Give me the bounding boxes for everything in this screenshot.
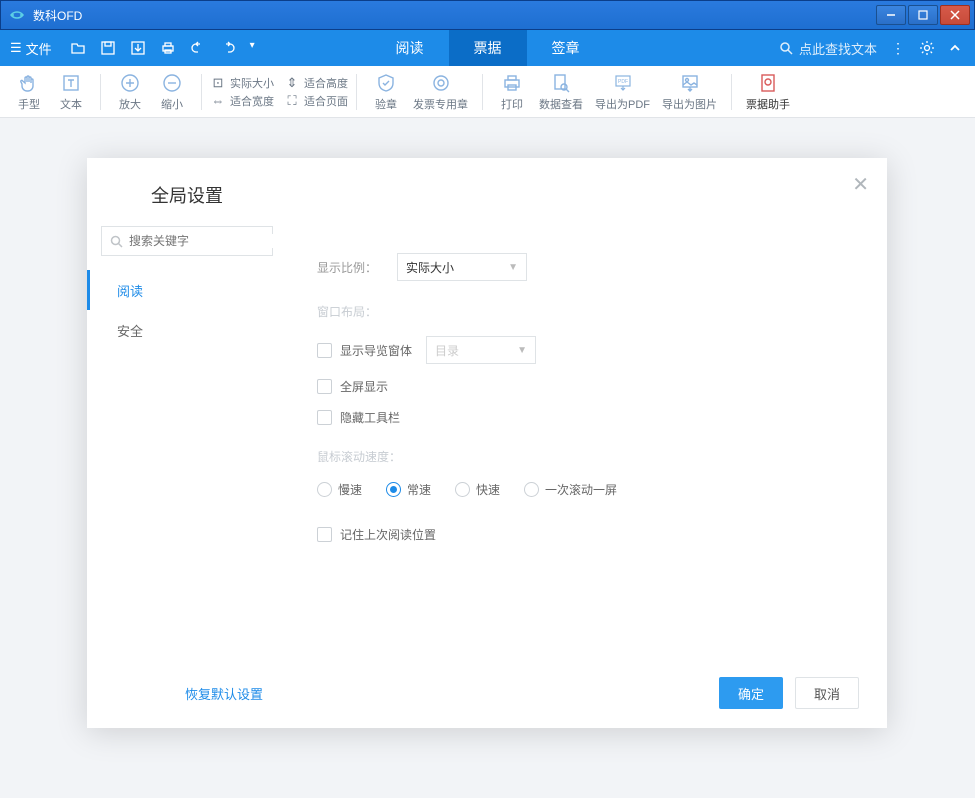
text-icon	[61, 72, 81, 94]
settings-sidebar: 全局设置 阅读 安全	[87, 158, 287, 658]
plus-circle-icon	[120, 72, 140, 94]
fullscreen-checkbox[interactable]	[317, 379, 332, 394]
settings-content: 显示比例： 实际大小 ▼ 窗口布局： 显示导览窗体 目录 ▼	[287, 158, 887, 658]
ok-button[interactable]: 确定	[719, 677, 783, 709]
nav-item-security[interactable]: 安全	[87, 310, 287, 350]
tab-read[interactable]: 阅读	[371, 30, 449, 66]
layout-section-label: 窗口布局：	[317, 303, 857, 320]
fullscreen-label: 全屏显示	[340, 378, 388, 395]
pdf-icon: PDF	[613, 72, 633, 94]
settings-dialog: ✕ 全局设置 阅读 安全 显示比例： 实际大小 ▼	[87, 158, 887, 728]
more-icon[interactable]: ⋮	[891, 40, 905, 57]
hide-toolbar-checkbox[interactable]	[317, 410, 332, 425]
image-icon	[680, 72, 700, 94]
nav-panel-select[interactable]: 目录 ▼	[426, 336, 536, 364]
ribbon-toolbar: 手型 文本 放大 缩小 ⊡实际大小 ⇔适合宽度 ⇕适合高度 ⛶适合页面 验章 发…	[0, 66, 975, 118]
settings-search-input[interactable]	[129, 234, 284, 248]
speed-fast-radio[interactable]: 快速	[455, 481, 500, 498]
invoice-helper-icon	[758, 72, 778, 94]
invoice-helper[interactable]: 票据助手	[740, 70, 796, 114]
text-tool[interactable]: 文本	[50, 70, 92, 114]
gear-icon[interactable]	[919, 40, 935, 56]
save-icon[interactable]	[100, 40, 116, 56]
hamburger-icon: ☰	[10, 40, 22, 56]
remember-position-checkbox[interactable]	[317, 527, 332, 542]
dialog-title: 全局设置	[87, 182, 287, 208]
tab-invoice[interactable]: 票据	[449, 30, 527, 66]
zoom-out[interactable]: 缩小	[151, 70, 193, 114]
chevron-down-icon: ▼	[517, 345, 527, 356]
minimize-button[interactable]	[876, 5, 906, 25]
document-search-icon	[551, 72, 571, 94]
display-ratio-label: 显示比例：	[317, 259, 397, 276]
app-icon	[7, 5, 27, 25]
speed-slow-radio[interactable]: 慢速	[317, 481, 362, 498]
undo-icon[interactable]	[190, 40, 206, 56]
search-hint[interactable]: 点此查找文本	[779, 39, 877, 58]
restore-defaults-link[interactable]: 恢复默认设置	[185, 684, 263, 703]
export-pdf[interactable]: PDF导出为PDF	[589, 70, 656, 114]
search-icon	[110, 235, 123, 248]
shield-icon	[376, 72, 396, 94]
tab-sign[interactable]: 签章	[527, 30, 605, 66]
maximize-button[interactable]	[908, 5, 938, 25]
print-button[interactable]: 打印	[491, 70, 533, 114]
verify-stamp[interactable]: 验章	[365, 70, 407, 114]
menubar: ☰ 文件 ▾ 阅读 票据 签章 点此查找文本 ⋮	[0, 30, 975, 66]
collapse-icon[interactable]	[949, 42, 961, 54]
display-ratio-select[interactable]: 实际大小 ▼	[397, 253, 527, 281]
fit-actual[interactable]: ⊡实际大小	[210, 75, 274, 91]
remember-position-label: 记住上次阅读位置	[340, 526, 436, 543]
search-icon	[779, 41, 793, 55]
speed-normal-radio[interactable]: 常速	[386, 481, 431, 498]
invoice-stamp[interactable]: 发票专用章	[407, 70, 474, 114]
fit-width-icon: ⇔	[210, 93, 226, 108]
window-title: 数科OFD	[33, 7, 876, 24]
cancel-button[interactable]: 取消	[795, 677, 859, 709]
fit-page-icon: ⛶	[284, 93, 300, 109]
document-canvas: ✕ 全局设置 阅读 安全 显示比例： 实际大小 ▼	[0, 118, 975, 798]
fit-height[interactable]: ⇕适合高度	[284, 75, 348, 91]
fit-page[interactable]: ⛶适合页面	[284, 93, 348, 109]
redo-icon[interactable]	[220, 40, 236, 56]
svg-text:PDF: PDF	[618, 79, 628, 85]
fit-width[interactable]: ⇔适合宽度	[210, 93, 274, 109]
print-icon[interactable]	[160, 40, 176, 56]
export-image[interactable]: 导出为图片	[656, 70, 723, 114]
settings-search[interactable]	[101, 226, 273, 256]
fit-height-icon: ⇕	[284, 75, 300, 91]
zoom-in[interactable]: 放大	[109, 70, 151, 114]
stamp-icon	[431, 72, 451, 94]
speed-page-radio[interactable]: 一次滚动一屏	[524, 481, 617, 498]
file-menu[interactable]: ☰ 文件	[0, 39, 62, 58]
dropdown-icon[interactable]: ▾	[250, 40, 255, 56]
minus-circle-icon	[162, 72, 182, 94]
file-menu-label: 文件	[26, 39, 52, 58]
data-view[interactable]: 数据查看	[533, 70, 589, 114]
hide-toolbar-label: 隐藏工具栏	[340, 409, 400, 426]
open-icon[interactable]	[70, 40, 86, 56]
nav-item-read[interactable]: 阅读	[87, 270, 287, 310]
saveas-icon[interactable]	[130, 40, 146, 56]
hand-icon	[19, 72, 39, 94]
chevron-down-icon: ▼	[508, 262, 518, 273]
printer-icon	[502, 72, 522, 94]
window-titlebar: 数科OFD	[0, 0, 975, 30]
hand-tool[interactable]: 手型	[8, 70, 50, 114]
close-button[interactable]	[940, 5, 970, 25]
show-nav-checkbox[interactable]	[317, 343, 332, 358]
show-nav-label: 显示导览窗体	[340, 342, 412, 359]
actual-size-icon: ⊡	[210, 75, 226, 91]
scroll-section-label: 鼠标滚动速度：	[317, 448, 857, 465]
